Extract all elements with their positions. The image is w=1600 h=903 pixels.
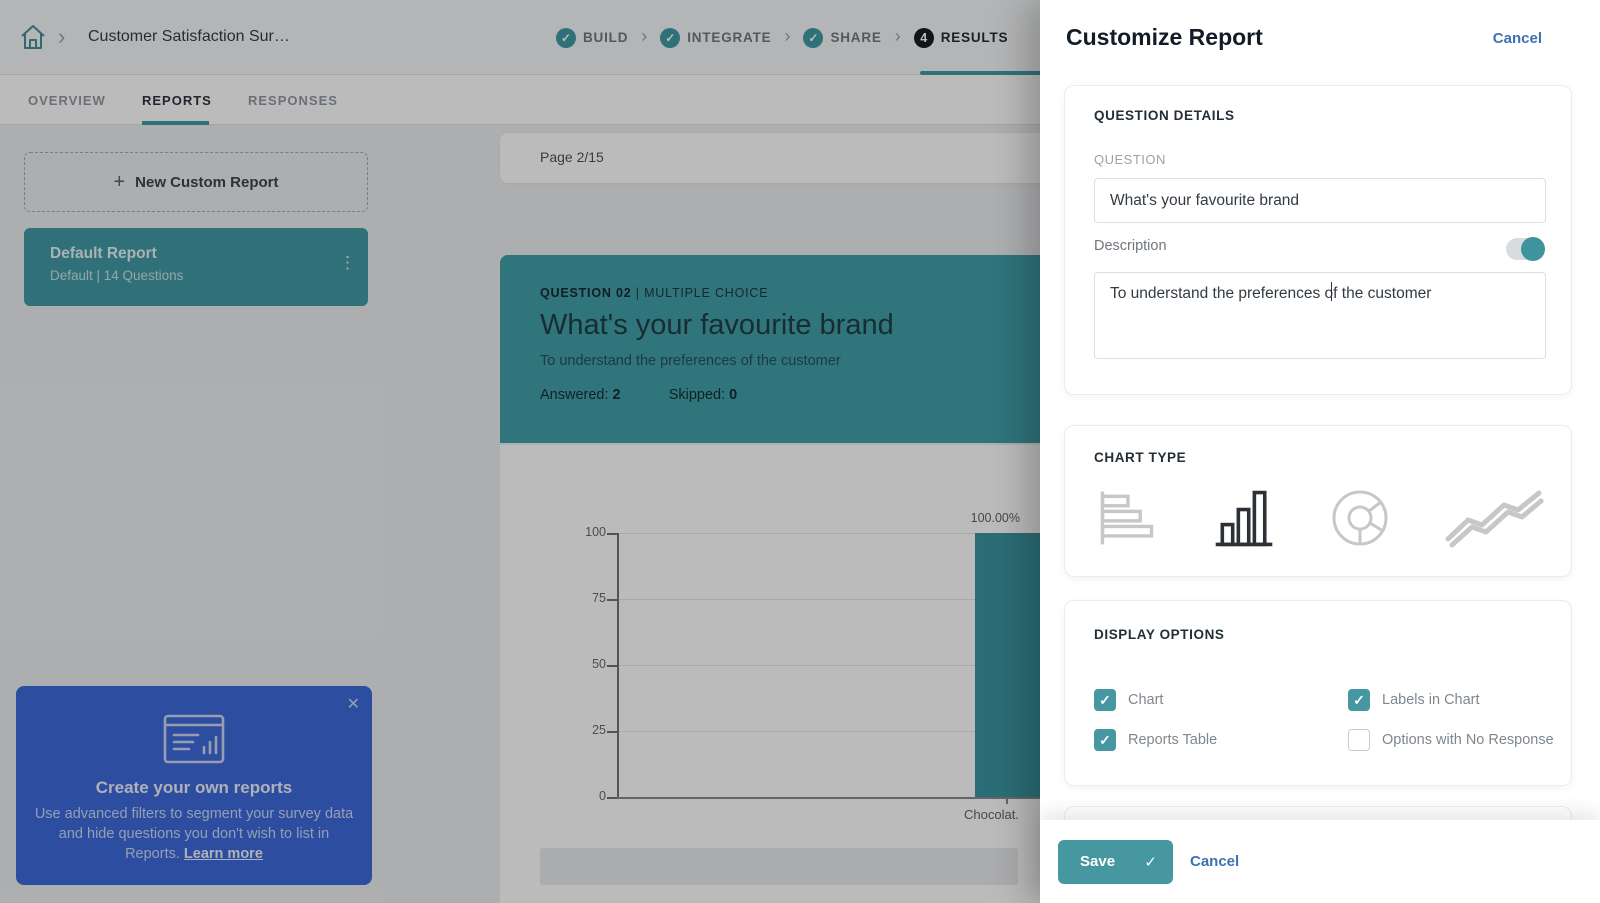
display-options-card: DISPLAY OPTIONS ✓ Chart ✓ Labels in Char…: [1064, 600, 1572, 786]
labels-in-chart-checkbox[interactable]: ✓: [1348, 689, 1370, 711]
display-option: ✓ Options with No Response: [1348, 729, 1554, 751]
app-root: › Customer Satisfaction Sur… ✓ BUILD › ✓…: [0, 0, 1600, 903]
chart-checkbox[interactable]: ✓: [1094, 689, 1116, 711]
check-icon: ✓: [1144, 853, 1157, 871]
text-cursor: [1331, 282, 1332, 301]
section-header: DISPLAY OPTIONS: [1094, 627, 1225, 642]
chart-type-card: CHART TYPE: [1064, 425, 1572, 577]
question-details-card: QUESTION DETAILS QUESTION Description To…: [1064, 85, 1572, 395]
description-toggle[interactable]: [1506, 238, 1544, 260]
donut-chart-icon[interactable]: [1329, 487, 1391, 549]
panel-footer: Save ✓ Cancel: [1040, 820, 1600, 903]
bar-chart-icon[interactable]: [1211, 485, 1277, 551]
section-header: CHART TYPE: [1094, 450, 1186, 465]
horizontal-bar-chart-icon[interactable]: [1094, 487, 1160, 549]
footer-cancel-link[interactable]: Cancel: [1190, 853, 1239, 870]
display-option: ✓ Chart: [1094, 689, 1163, 711]
save-button[interactable]: Save ✓: [1058, 840, 1173, 884]
display-option: ✓ Labels in Chart: [1348, 689, 1480, 711]
customize-report-panel: Customize Report Cancel QUESTION DETAILS…: [1040, 0, 1600, 903]
display-option: ✓ Reports Table: [1094, 729, 1217, 751]
no-response-options-checkbox[interactable]: ✓: [1348, 729, 1370, 751]
line-chart-icon[interactable]: [1442, 487, 1546, 549]
toggle-knob: [1521, 237, 1545, 261]
section-header: QUESTION DETAILS: [1094, 108, 1235, 123]
question-input[interactable]: [1094, 178, 1546, 223]
panel-cancel-link[interactable]: Cancel: [1493, 30, 1542, 47]
description-textarea[interactable]: To understand the preferences of the cus…: [1094, 272, 1546, 359]
question-field-label: QUESTION: [1094, 152, 1166, 167]
panel-title: Customize Report: [1066, 24, 1263, 51]
chart-type-options: [1094, 484, 1546, 552]
reports-table-checkbox[interactable]: ✓: [1094, 729, 1116, 751]
description-label: Description: [1094, 238, 1167, 254]
